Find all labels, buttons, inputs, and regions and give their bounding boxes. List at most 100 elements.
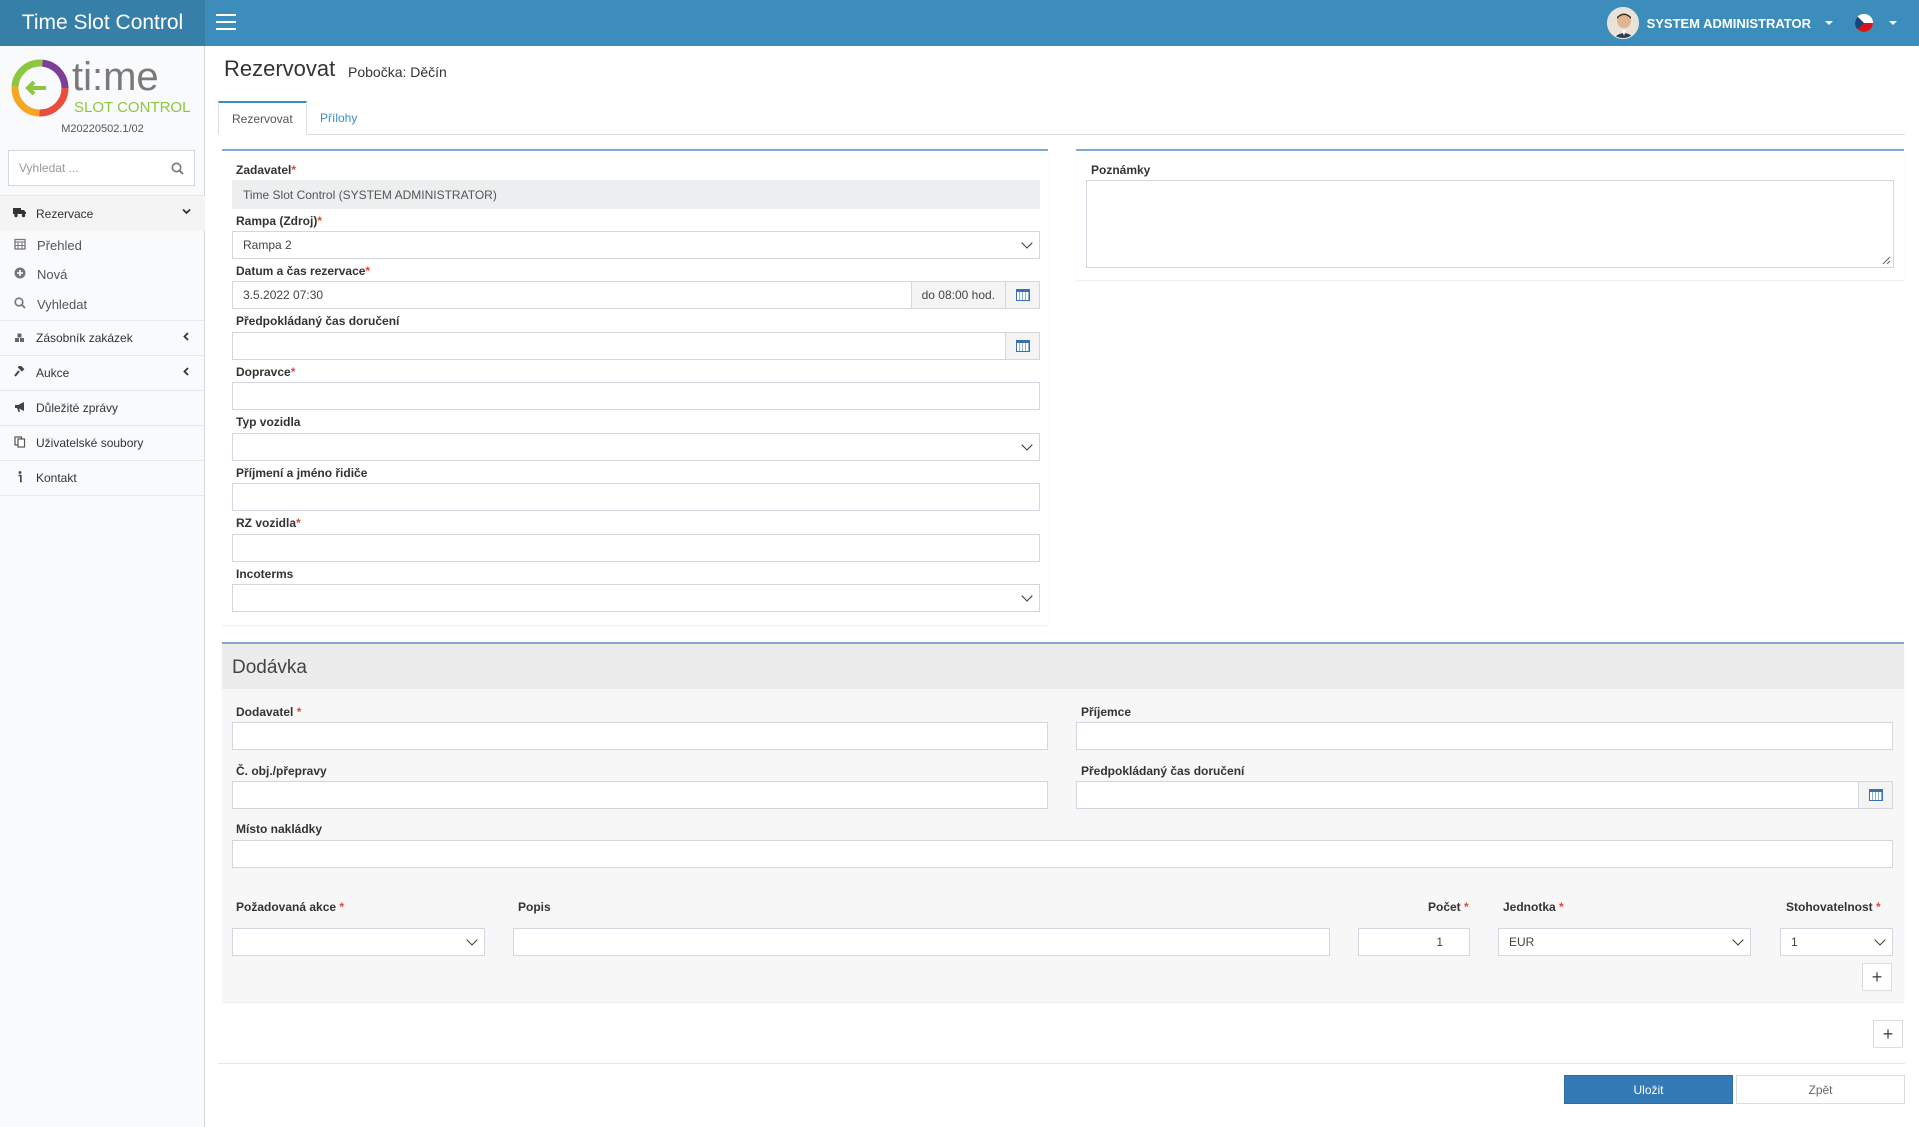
dopravce-label: Dopravce* bbox=[236, 365, 295, 379]
label-text: Počet bbox=[1428, 900, 1461, 914]
obj-label: Č. obj./přepravy bbox=[236, 764, 327, 778]
input-value: 3.5.2022 07:30 bbox=[243, 288, 324, 302]
jednotka-label: Jednotka * bbox=[1503, 900, 1564, 914]
popis-label: Popis bbox=[518, 900, 551, 914]
calendar-icon bbox=[13, 238, 27, 253]
chevron-down-icon bbox=[1021, 237, 1033, 249]
tab-prilohy[interactable]: Přílohy bbox=[307, 101, 370, 135]
sidebar-item-zpravy[interactable]: Důležité zprávy bbox=[0, 391, 205, 426]
predpokladany-input[interactable] bbox=[232, 332, 1040, 360]
chevron-down-icon bbox=[1021, 590, 1033, 602]
tab-rezervovat[interactable]: Rezervovat bbox=[218, 101, 307, 135]
select-value: 1 bbox=[1791, 935, 1798, 949]
sidebar-item-zasobnik[interactable]: Zásobník zakázek bbox=[0, 321, 205, 356]
typ-vozidla-label: Typ vozidla bbox=[236, 415, 301, 429]
chevron-down-icon bbox=[182, 207, 191, 219]
pocet-input[interactable]: 1 bbox=[1358, 928, 1470, 956]
cubes-icon bbox=[13, 331, 27, 346]
stohovatelnost-label: Stohovatelnost * bbox=[1786, 900, 1881, 914]
add-item-button[interactable]: + bbox=[1862, 963, 1892, 991]
datum-input[interactable]: 3.5.2022 07:30 do 08:00 hod. bbox=[232, 281, 1040, 309]
label-text: Datum a čas rezervace bbox=[236, 264, 366, 278]
dodavka-predpokladany-input[interactable] bbox=[1076, 781, 1893, 809]
obj-input[interactable] bbox=[232, 781, 1048, 809]
jednotka-select[interactable]: EUR bbox=[1498, 928, 1751, 956]
zadavatel-label: Zadavatel* bbox=[236, 163, 296, 177]
label-text: Jednotka bbox=[1503, 900, 1556, 914]
typ-vozidla-select[interactable] bbox=[232, 433, 1040, 461]
language-menu[interactable] bbox=[1855, 14, 1897, 32]
required-marker: * bbox=[365, 264, 371, 278]
ridic-label: Příjmení a jméno řidiče bbox=[236, 466, 368, 480]
calendar-icon[interactable] bbox=[1005, 333, 1039, 359]
sidebar-item-prehled[interactable]: Přehled bbox=[0, 231, 205, 260]
required-marker: * bbox=[291, 163, 297, 177]
user-menu[interactable]: SYSTEM ADMINISTRATOR bbox=[1606, 7, 1833, 39]
avatar bbox=[1606, 7, 1639, 39]
calendar-icon[interactable] bbox=[1005, 282, 1039, 308]
sidebar-item-label: Přehled bbox=[37, 238, 82, 253]
dopravce-input[interactable] bbox=[232, 382, 1040, 410]
back-button[interactable]: Zpět bbox=[1736, 1075, 1905, 1104]
chevron-left-icon bbox=[182, 367, 191, 379]
chevron-down-icon bbox=[1021, 439, 1033, 451]
czech-flag-icon bbox=[1855, 14, 1873, 32]
sidebar-item-label: Vyhledat bbox=[37, 297, 88, 312]
sidebar-item-rezervace[interactable]: Rezervace bbox=[0, 196, 205, 231]
label-text: RZ vozidla bbox=[236, 516, 297, 530]
calendar-icon[interactable] bbox=[1858, 782, 1892, 808]
chevron-down-icon bbox=[466, 934, 478, 946]
sidebar-item-soubory[interactable]: Uživatelské soubory bbox=[0, 426, 205, 461]
save-button[interactable]: Uložit bbox=[1564, 1075, 1733, 1104]
menu-toggle-icon[interactable] bbox=[216, 14, 236, 30]
label-text: Dodavatel bbox=[236, 705, 294, 719]
datum-to-addon: do 08:00 hod. bbox=[910, 282, 1005, 308]
akce-select[interactable] bbox=[232, 928, 485, 956]
rz-input[interactable] bbox=[232, 534, 1040, 562]
sidebar-item-kontakt[interactable]: Kontakt bbox=[0, 461, 205, 496]
sidebar-item-vyhledat[interactable]: Vyhledat bbox=[0, 289, 205, 321]
rampa-select[interactable]: Rampa 2 bbox=[232, 231, 1040, 259]
chevron-down-icon bbox=[1732, 934, 1744, 946]
bullhorn-icon bbox=[13, 401, 27, 416]
ridic-input[interactable] bbox=[232, 483, 1040, 511]
divider bbox=[218, 1063, 1905, 1064]
popis-input[interactable] bbox=[513, 928, 1330, 956]
files-icon bbox=[13, 435, 27, 451]
app-title[interactable]: Time Slot Control bbox=[0, 0, 205, 46]
plus-circle-icon bbox=[13, 267, 27, 282]
tab-bar: Rezervovat Přílohy bbox=[218, 101, 1905, 135]
required-marker: * bbox=[296, 705, 302, 719]
search-icon[interactable] bbox=[171, 162, 184, 175]
label-text: Požadovaná akce bbox=[236, 900, 337, 914]
chevron-down-icon bbox=[1874, 934, 1886, 946]
required-marker: * bbox=[290, 365, 296, 379]
gavel-icon bbox=[13, 364, 27, 381]
required-marker: * bbox=[1464, 900, 1469, 914]
prijemce-label: Příjemce bbox=[1081, 705, 1132, 719]
resize-handle-icon[interactable] bbox=[1882, 256, 1891, 265]
dodavka-header bbox=[222, 644, 1904, 689]
rz-label: RZ vozidla* bbox=[236, 516, 301, 530]
sidebar-item-label: Kontakt bbox=[36, 471, 77, 485]
pocet-label: Počet * bbox=[1428, 900, 1469, 914]
search-placeholder: Vyhledat ... bbox=[19, 161, 79, 175]
page-title: Rezervovat bbox=[224, 56, 336, 81]
stohovatelnost-select[interactable]: 1 bbox=[1780, 928, 1893, 956]
sidebar-item-nova[interactable]: Nová bbox=[0, 260, 205, 289]
label-text: Dopravce bbox=[236, 365, 291, 379]
poznamky-textarea[interactable] bbox=[1086, 180, 1894, 268]
poznamky-label: Poznámky bbox=[1091, 163, 1151, 177]
dodavatel-input[interactable] bbox=[232, 722, 1048, 750]
sidebar-item-label: Aukce bbox=[36, 366, 70, 380]
select-value: EUR bbox=[1509, 935, 1535, 949]
add-delivery-button[interactable]: + bbox=[1873, 1020, 1903, 1048]
dodavka-title: Dodávka bbox=[232, 657, 307, 678]
incoterms-select[interactable] bbox=[232, 584, 1040, 612]
misto-input[interactable] bbox=[232, 840, 1893, 868]
chevron-down-icon bbox=[1825, 21, 1833, 25]
search-input[interactable]: Vyhledat ... bbox=[8, 150, 195, 186]
prijemce-input[interactable] bbox=[1076, 722, 1893, 750]
sidebar-item-aukce[interactable]: Aukce bbox=[0, 356, 205, 391]
info-icon bbox=[13, 470, 27, 486]
